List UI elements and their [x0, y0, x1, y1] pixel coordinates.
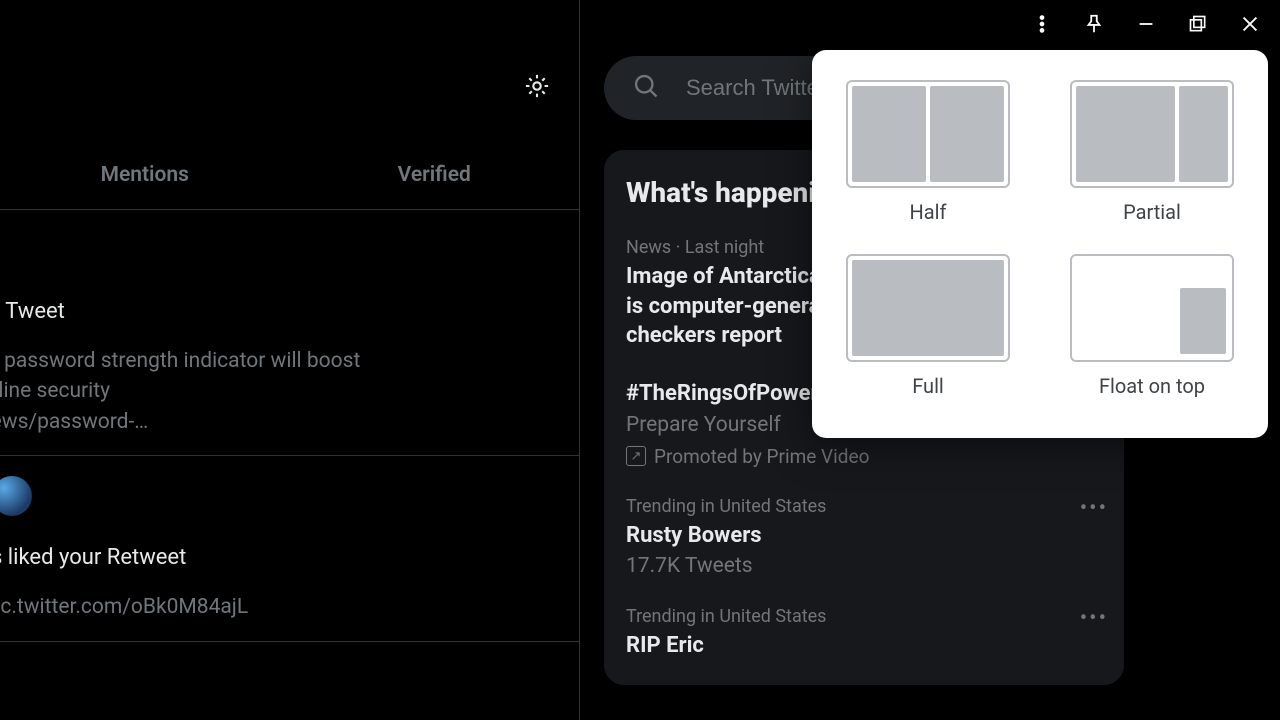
layout-option-partial[interactable]: Partial: [1060, 80, 1244, 224]
trend-item[interactable]: ••• Trending in United States RIP Eric: [604, 592, 1124, 675]
settings-button[interactable]: [523, 72, 551, 100]
trend-item[interactable]: ••• Trending in United States Rusty Bowe…: [604, 482, 1124, 593]
trend-title: Rusty Bowers: [626, 521, 1102, 551]
pin-icon[interactable]: [1082, 12, 1106, 36]
notification-body-line: me online security: [0, 376, 579, 406]
layout-option-float[interactable]: Float on top: [1060, 254, 1244, 398]
notification-item[interactable]: others liked your Retweet ver? pic.twitt…: [0, 456, 579, 641]
layout-label: Half: [910, 200, 947, 224]
trend-meta: Trending in United States: [626, 606, 1102, 627]
close-icon[interactable]: [1238, 12, 1262, 36]
notification-item[interactable]: d your Tweet oming password strength ind…: [0, 210, 579, 456]
trend-more-icon[interactable]: •••: [1080, 606, 1108, 631]
notification-tabs: Mentions Verified: [0, 140, 579, 210]
promoted-label: ↗ Promoted by Prime Video: [626, 445, 1102, 468]
layout-thumb-half: [846, 80, 1010, 188]
more-vertical-icon[interactable]: [1030, 12, 1054, 36]
layout-option-half[interactable]: Half: [836, 80, 1020, 224]
avatar: [0, 476, 32, 516]
layout-label: Float on top: [1099, 374, 1205, 398]
notifications-header: [0, 0, 579, 140]
gear-icon: [523, 85, 551, 104]
notification-body-line: om/news/password-…: [0, 407, 579, 437]
layout-thumb-float: [1070, 254, 1234, 362]
notification-title: d your Tweet: [0, 296, 579, 328]
notification-title: others liked your Retweet: [0, 542, 579, 574]
promoted-arrow-icon: ↗: [626, 446, 646, 466]
search-icon: [632, 72, 660, 104]
notifications-column: Mentions Verified d your Tweet oming pas…: [0, 0, 580, 720]
layout-label: Partial: [1123, 200, 1181, 224]
restore-icon[interactable]: [1186, 12, 1210, 36]
notification-body-line: oming password strength indicator will b…: [0, 346, 579, 376]
layout-thumb-full: [846, 254, 1010, 362]
layout-option-full[interactable]: Full: [836, 254, 1020, 398]
minimize-icon[interactable]: [1134, 12, 1158, 36]
tab-mentions[interactable]: Mentions: [0, 163, 290, 187]
trend-count: 17.7K Tweets: [626, 554, 1102, 578]
window-layout-popover: Half Partial Full Float on top: [812, 50, 1268, 438]
trend-meta: Trending in United States: [626, 496, 1102, 517]
tab-verified[interactable]: Verified: [290, 163, 580, 187]
notification-body-line: ver? pic.twitter.com/oBk0M84ajL: [0, 592, 579, 622]
window-titlebar: [1012, 0, 1280, 48]
layout-label: Full: [912, 374, 944, 398]
trend-title: RIP Eric: [626, 631, 1102, 661]
layout-thumb-partial: [1070, 80, 1234, 188]
trend-more-icon[interactable]: •••: [1080, 496, 1108, 521]
